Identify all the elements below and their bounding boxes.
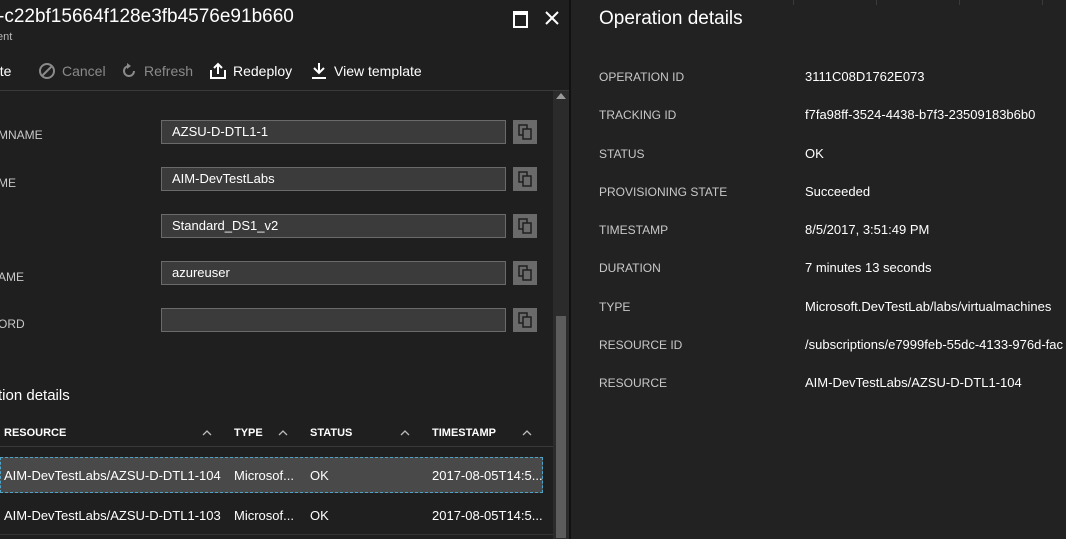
copy-vm-name-button[interactable] — [513, 120, 537, 144]
toolbar-divider — [0, 90, 570, 91]
column-header-timestamp[interactable]: TIMESTAMP — [432, 420, 496, 446]
maximize-icon — [513, 11, 528, 28]
top-edge-tick — [1042, 0, 1043, 5]
prop-label-duration: DURATION — [599, 261, 661, 275]
prop-label-tracking-id: TRACKING ID — [599, 108, 677, 122]
delete-label: ete — [0, 63, 12, 79]
copy-username-button[interactable] — [513, 261, 537, 285]
cell-status: OK — [310, 507, 329, 523]
sort-chevron-icon[interactable] — [278, 428, 288, 438]
deployment-blade: -c22bf15664f128e3fb4576e91b660 ent ete C… — [0, 0, 570, 539]
cell-resource: AIM-DevTestLabs/AZSU-D-DTL1-104 — [4, 467, 221, 483]
prop-value-tracking-id: f7fa98ff-3524-4438-b7f3-23509183b6b0 — [805, 107, 1036, 122]
prop-value-resource-id[interactable]: /subscriptions/e7999feb-55dc-4133-976d-f… — [805, 337, 1063, 352]
cell-resource: AIM-DevTestLabs/AZSU-D-DTL1-103 — [4, 507, 221, 523]
prop-value-timestamp: 8/5/2017, 3:51:49 PM — [805, 222, 930, 237]
copy-size-button[interactable] — [513, 214, 537, 238]
field-label-vm-name: MNAME — [0, 128, 43, 142]
prop-label-resource-id: RESOURCE ID — [599, 338, 683, 352]
scroll-up-arrow-icon[interactable] — [556, 93, 566, 99]
prop-value-duration: 7 minutes 13 seconds — [805, 260, 932, 275]
operation-details-title: Operation details — [599, 8, 743, 29]
download-icon — [310, 62, 328, 80]
table-header-divider — [0, 446, 553, 447]
operations-table-header: RESOURCE TYPE STATUS TIMESTAMP — [0, 420, 553, 446]
top-edge-tick — [876, 0, 877, 5]
prop-label-provisioning-state: PROVISIONING STATE — [599, 185, 728, 199]
view-template-label: View template — [334, 63, 422, 79]
sort-chevron-icon[interactable] — [522, 428, 532, 438]
size-field[interactable]: Standard_DS1_v2 — [161, 214, 506, 238]
view-template-button[interactable]: View template — [310, 56, 422, 86]
field-label-username: AME — [0, 270, 25, 284]
cancel-button[interactable]: Cancel — [38, 56, 106, 86]
refresh-label: Refresh — [144, 63, 194, 79]
prop-label-type: TYPE — [599, 300, 631, 314]
prop-value-status: OK — [805, 146, 824, 161]
blade-title: -c22bf15664f128e3fb4576e91b660 — [0, 6, 294, 27]
vertical-scrollbar[interactable] — [553, 91, 569, 539]
field-label-lab-name: ME — [0, 176, 16, 190]
cell-timestamp: 2017-08-05T14:5... — [432, 507, 543, 523]
copy-icon — [518, 124, 532, 140]
copy-icon — [518, 312, 532, 328]
column-header-type[interactable]: TYPE — [234, 420, 263, 446]
cancel-label: Cancel — [62, 63, 106, 79]
sort-chevron-icon[interactable] — [400, 428, 410, 438]
column-header-resource[interactable]: RESOURCE — [4, 420, 66, 446]
copy-icon — [518, 171, 532, 187]
lab-name-field[interactable]: AIM-DevTestLabs — [161, 167, 506, 191]
maximize-button[interactable] — [508, 6, 532, 30]
cell-type: Microsof... — [234, 507, 294, 523]
table-row[interactable]: AIM-DevTestLabs/AZSU-D-DTL1-103 Microsof… — [0, 497, 543, 533]
vm-name-field[interactable]: AZSU-D-DTL1-1 — [161, 120, 506, 144]
cell-type: Microsof... — [234, 467, 294, 483]
operation-details-heading: tion details — [0, 387, 70, 404]
column-header-status[interactable]: STATUS — [310, 420, 352, 446]
blade-subtitle: ent — [0, 31, 13, 43]
top-edge-tick — [959, 0, 960, 5]
top-edge-tick — [793, 0, 794, 5]
password-field[interactable] — [161, 308, 506, 332]
operation-details-blade: Operation details OPERATION ID 3111C08D1… — [571, 0, 1066, 539]
username-field[interactable]: azureuser — [161, 261, 506, 285]
refresh-icon — [120, 62, 138, 80]
sort-chevron-icon[interactable] — [202, 428, 212, 438]
copy-icon — [518, 265, 532, 281]
cell-status: OK — [310, 467, 329, 483]
row-divider — [0, 534, 553, 535]
prop-value-resource: AIM-DevTestLabs/AZSU-D-DTL1-104 — [805, 375, 1022, 390]
delete-button[interactable]: ete — [0, 56, 11, 86]
refresh-button[interactable]: Refresh — [120, 56, 193, 86]
prop-label-operation-id: OPERATION ID — [599, 70, 685, 84]
cancel-icon — [38, 62, 56, 80]
close-icon — [545, 11, 559, 25]
command-bar: ete Cancel Refresh Redeploy View templat… — [0, 56, 570, 86]
redeploy-label: Redeploy — [233, 63, 293, 79]
scrollbar-thumb[interactable] — [556, 316, 566, 538]
table-row[interactable]: AIM-DevTestLabs/AZSU-D-DTL1-104 Microsof… — [0, 457, 543, 493]
redeploy-icon — [209, 62, 227, 80]
prop-value-operation-id: 3111C08D1762E073 — [805, 69, 925, 84]
prop-label-resource: RESOURCE — [599, 376, 668, 390]
cell-timestamp: 2017-08-05T14:5... — [432, 467, 543, 483]
copy-password-button[interactable] — [513, 308, 537, 332]
prop-label-timestamp: TIMESTAMP — [599, 223, 669, 237]
field-label-password: ORD — [0, 317, 25, 331]
prop-value-type: Microsoft.DevTestLab/labs/virtualmachine… — [805, 299, 1052, 314]
prop-label-status: STATUS — [599, 147, 645, 161]
copy-lab-name-button[interactable] — [513, 167, 537, 191]
copy-icon — [518, 218, 532, 234]
close-button[interactable] — [540, 6, 564, 30]
redeploy-button[interactable]: Redeploy — [209, 56, 292, 86]
prop-value-provisioning-state: Succeeded — [805, 184, 871, 199]
